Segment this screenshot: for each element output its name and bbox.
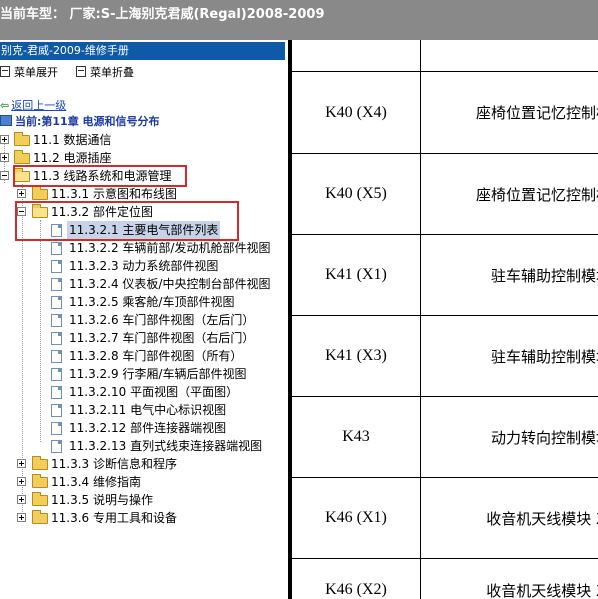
- document-icon: [51, 350, 62, 363]
- component-table: K40 (X4) 座椅位置记忆控制模块 K40 (X5) 座椅位置记忆控制模块 …: [292, 40, 598, 599]
- expand-icon[interactable]: [0, 135, 9, 144]
- component-name-cell: 座椅位置记忆控制模块: [475, 185, 598, 204]
- current-chapter-label: 当前:第11章 电源和信号分布: [15, 115, 160, 128]
- component-code-cell: [292, 40, 421, 71]
- computer-icon: [0, 115, 12, 126]
- component-name-cell: 收音机天线模块 X2: [486, 581, 598, 599]
- current-chapter: 当前:第11章 电源和信号分布: [0, 113, 160, 129]
- tree-item-label: 11.3.2.11 电气中心标识视图: [69, 403, 227, 417]
- expand-icon[interactable]: [17, 477, 26, 486]
- folder-icon: [32, 492, 48, 506]
- collapse-menu-button[interactable]: 菜单折叠: [76, 64, 134, 80]
- collapse-menu-label: 菜单折叠: [90, 66, 134, 79]
- tree-item-label: 11.3.2.10 平面视图（平面图）: [69, 385, 239, 399]
- document-icon: [51, 422, 62, 435]
- tree-item-label: 11.3.2.13 直列式线束连接器端视图: [69, 439, 263, 453]
- component-name-cell: 驻车辅助控制模块: [490, 266, 598, 285]
- component-code-cell: K41 (X1): [292, 235, 421, 315]
- back-link[interactable]: ⇦ 返回上一级: [0, 97, 66, 113]
- tree-item-label: 11.3.3 诊断信息和程序: [51, 457, 177, 471]
- collapse-icon[interactable]: [0, 171, 9, 180]
- manual-title-header: 别克-君威-2009-维修手册: [0, 42, 285, 60]
- expand-icon[interactable]: [17, 495, 26, 504]
- tree-item-label: 11.3.2.4 仪表板/中央控制台部件视图: [69, 277, 271, 291]
- folder-icon: [32, 456, 48, 470]
- back-arrow-icon: ⇦: [0, 99, 10, 112]
- collapse-icon: [76, 66, 86, 77]
- tree-item-label: 11.3.2.5 乘客舱/车顶部件视图: [69, 295, 235, 309]
- tree-item-label: 11.3.2.7 车门部件视图（右后门）: [69, 331, 255, 345]
- document-icon: [51, 260, 62, 273]
- expand-icon[interactable]: [0, 153, 9, 162]
- title-bar: 当前车型： 厂家:S-上海别克君威(Regal)2008-2009: [0, 0, 598, 40]
- tree-connector: [40, 220, 41, 442]
- highlight-box-11-3: [13, 165, 187, 187]
- table-row: K46 (X1) 收音机天线模块 X1: [292, 478, 598, 559]
- component-code-cell: K46 (X1): [292, 478, 421, 558]
- tree-item-label: 11.3.2.3 动力系统部件视图: [69, 259, 219, 273]
- expand-icon[interactable]: [17, 459, 26, 468]
- component-name-cell: 动力转向控制模块: [490, 428, 598, 447]
- component-code-cell: K41 (X3): [292, 316, 421, 396]
- tree-item-label: 11.3.2.12 部件连接器端视图: [69, 421, 227, 435]
- expand-menu-label: 菜单展开: [14, 66, 58, 79]
- component-name-cell: 收音机天线模块 X1: [486, 509, 598, 528]
- document-icon: [51, 242, 62, 255]
- document-icon: [51, 386, 62, 399]
- expand-icon: [0, 66, 10, 77]
- expand-icon[interactable]: [17, 513, 26, 522]
- table-row: K41 (X1) 驻车辅助控制模块: [292, 235, 598, 316]
- component-code-cell: K46 (X2): [292, 559, 421, 599]
- table-row: K43 动力转向控制模块: [292, 397, 598, 478]
- expand-icon[interactable]: [17, 189, 26, 198]
- tree-item-label: 11.3.2.6 车门部件视图（左后门）: [69, 313, 255, 327]
- folder-icon: [32, 474, 48, 488]
- component-name-cell: [421, 40, 598, 71]
- document-icon: [51, 404, 62, 417]
- table-row: [292, 40, 598, 72]
- document-icon: [51, 314, 62, 327]
- table-row: K40 (X4) 座椅位置记忆控制模块: [292, 72, 598, 154]
- document-icon: [51, 368, 62, 381]
- folder-icon: [32, 186, 48, 200]
- component-code-cell: K43: [292, 397, 421, 477]
- document-icon: [51, 440, 62, 453]
- tree-item-label: 11.3.2.2 车辆前部/发动机舱部件视图: [69, 241, 271, 255]
- component-code-cell: K40 (X4): [292, 72, 421, 153]
- table-row: K40 (X5) 座椅位置记忆控制模块: [292, 154, 598, 235]
- folder-icon: [14, 132, 30, 146]
- component-name-cell: 驻车辅助控制模块: [490, 347, 598, 366]
- component-code-cell: K40 (X5): [292, 154, 421, 234]
- expand-menu-button[interactable]: 菜单展开: [0, 64, 58, 80]
- highlight-box-11-3-2: [15, 201, 239, 241]
- folder-icon: [14, 150, 30, 164]
- tree-item-label: 11.3.2.9 行李厢/车辆后部件视图: [69, 367, 247, 381]
- tree-item-label: 11.3.5 说明与操作: [51, 493, 153, 507]
- navigation-tree-panel: 别克-君威-2009-维修手册 菜单展开 菜单折叠 ⇦ 返回上一级 当前:第11章…: [0, 40, 288, 599]
- table-row: K46 (X2) 收音机天线模块 X2: [292, 559, 598, 599]
- tree-item-label: 11.3.4 维修指南: [51, 475, 141, 489]
- document-icon: [51, 278, 62, 291]
- vehicle-model-title: 当前车型： 厂家:S-上海别克君威(Regal)2008-2009: [0, 7, 325, 22]
- document-icon: [51, 332, 62, 345]
- component-name-cell: 座椅位置记忆控制模块: [475, 104, 598, 122]
- tree-item-label: 11.3.2.8 车门部件视图（所有）: [69, 349, 243, 363]
- tree-item-label: 11.1 数据通信: [33, 133, 112, 147]
- table-row: K41 (X3) 驻车辅助控制模块: [292, 316, 598, 397]
- document-icon: [51, 296, 62, 309]
- folder-icon: [32, 510, 48, 524]
- tree-item-label: 11.3.6 专用工具和设备: [51, 511, 177, 525]
- back-link-label: 返回上一级: [11, 99, 67, 112]
